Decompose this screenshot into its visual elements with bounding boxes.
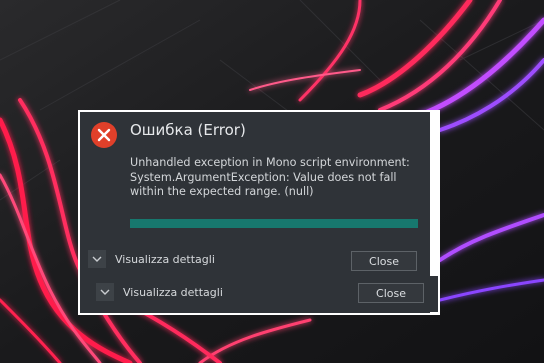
- error-circle-x-icon: [90, 121, 118, 149]
- close-button[interactable]: Close: [351, 251, 417, 271]
- details-toggle-label: Visualizza dettagli: [123, 285, 223, 299]
- close-button[interactable]: Close: [358, 283, 424, 303]
- chevron-down-icon: [88, 250, 106, 268]
- details-toggle[interactable]: Visualizza dettagli: [88, 250, 215, 268]
- progress-bar: [130, 219, 418, 228]
- details-toggle-label: Visualizza dettagli: [115, 252, 215, 266]
- error-message: Unhandled exception in Mono script envir…: [130, 156, 410, 198]
- dialog-title: Ошибка (Error): [130, 121, 246, 139]
- desktop: Ошибка (Error) Unhandled exception in Mo…: [0, 0, 544, 363]
- chevron-down-icon: [96, 283, 114, 301]
- details-toggle[interactable]: Visualizza dettagli: [96, 283, 223, 301]
- progress-bar-fill: [130, 219, 418, 228]
